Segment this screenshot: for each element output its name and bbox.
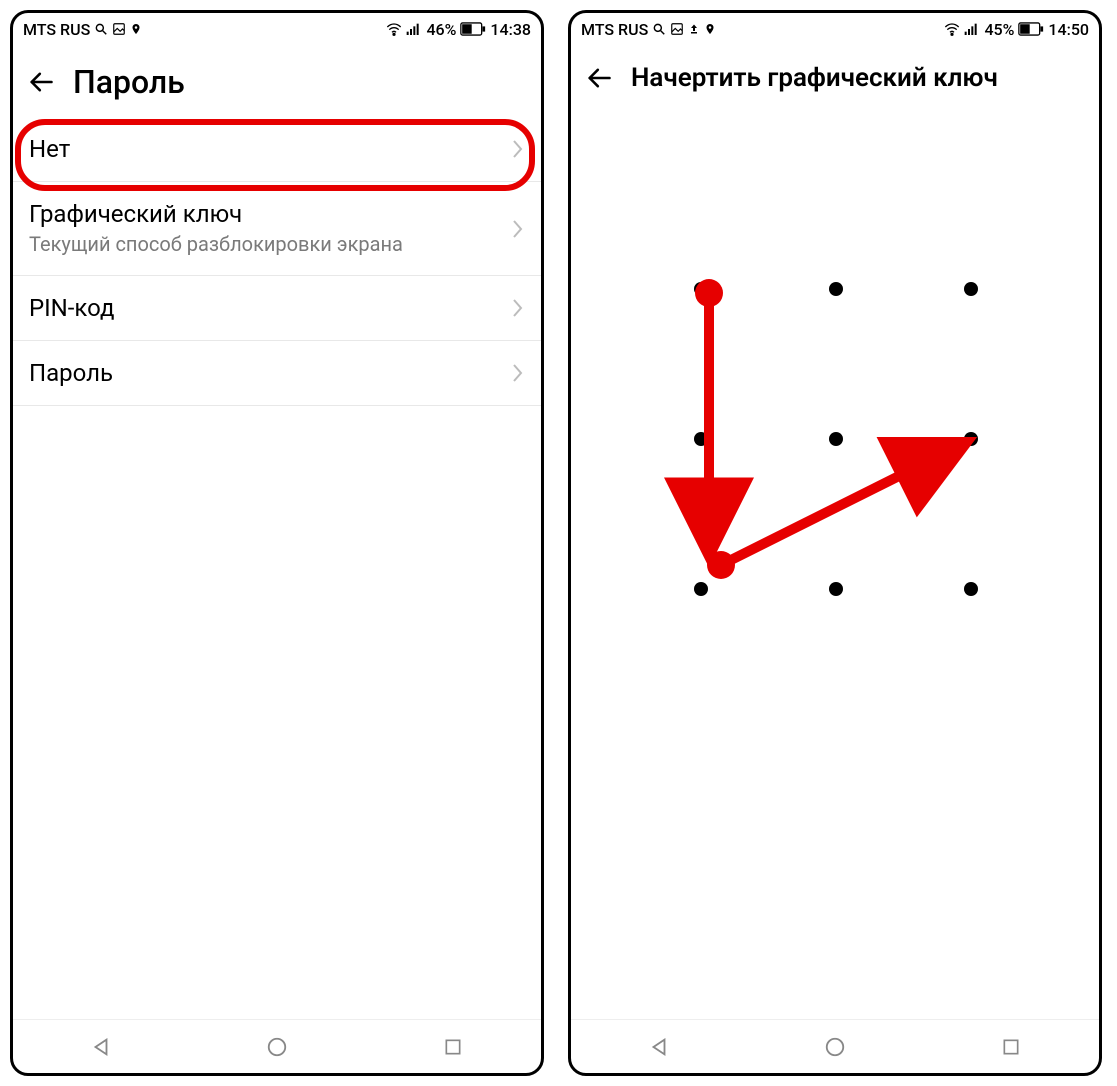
phone-screen-2: MTS RUS 45% 14:50 <box>568 10 1102 1076</box>
page-header: Пароль <box>13 45 541 117</box>
upload-icon <box>688 22 700 36</box>
wifi-icon <box>944 22 960 36</box>
option-pin[interactable]: PIN-код <box>13 276 541 341</box>
option-title: Нет <box>29 135 70 163</box>
nav-recent[interactable] <box>986 1027 1036 1067</box>
option-none[interactable]: Нет <box>13 117 541 182</box>
nav-recent[interactable] <box>428 1027 478 1067</box>
nav-back[interactable] <box>76 1027 126 1067</box>
option-title: Графический ключ <box>29 200 403 228</box>
nav-bar <box>13 1019 541 1073</box>
battery-percent: 46% <box>426 20 456 39</box>
phone-screen-1: MTS RUS 46% 14:38 <box>10 10 544 1076</box>
search-icon <box>94 22 108 36</box>
battery-icon <box>460 22 486 36</box>
search-icon <box>652 22 666 36</box>
wifi-icon <box>386 22 402 36</box>
battery-percent: 45% <box>984 20 1014 39</box>
carrier-label: MTS RUS <box>581 20 648 39</box>
option-password[interactable]: Пароль <box>13 341 541 406</box>
clock-time: 14:38 <box>490 20 531 39</box>
option-title: PIN-код <box>29 294 114 322</box>
chevron-right-icon <box>511 363 525 383</box>
pattern-content <box>571 109 1099 1019</box>
option-title: Пароль <box>29 359 113 387</box>
signal-icon <box>406 22 422 36</box>
option-subtitle: Текущий способ разблокировки экрана <box>29 232 403 257</box>
page-header: Начертить графический ключ <box>571 45 1099 109</box>
option-pattern[interactable]: Графический ключ Текущий способ разблоки… <box>13 182 541 276</box>
image-icon <box>112 22 126 36</box>
chevron-right-icon <box>511 298 525 318</box>
options-list: Нет Графический ключ Текущий способ разб… <box>13 117 541 1019</box>
chevron-right-icon <box>511 139 525 159</box>
clock-time: 14:50 <box>1048 20 1089 39</box>
back-button[interactable] <box>585 64 613 92</box>
location-icon <box>704 22 716 36</box>
image-icon <box>670 22 684 36</box>
back-button[interactable] <box>27 68 55 96</box>
status-bar: MTS RUS 46% 14:38 <box>13 13 541 45</box>
page-title: Начертить графический ключ <box>631 63 998 93</box>
carrier-label: MTS RUS <box>23 20 90 39</box>
status-bar: MTS RUS 45% 14:50 <box>571 13 1099 45</box>
nav-home[interactable] <box>252 1027 302 1067</box>
pattern-annotation-overlay <box>571 209 1099 809</box>
battery-icon <box>1018 22 1044 36</box>
pattern-grid[interactable] <box>571 209 1099 809</box>
nav-back[interactable] <box>634 1027 684 1067</box>
location-icon <box>130 22 142 36</box>
signal-icon <box>964 22 980 36</box>
page-title: Пароль <box>73 63 185 101</box>
nav-home[interactable] <box>810 1027 860 1067</box>
chevron-right-icon <box>511 219 525 239</box>
nav-bar <box>571 1019 1099 1073</box>
